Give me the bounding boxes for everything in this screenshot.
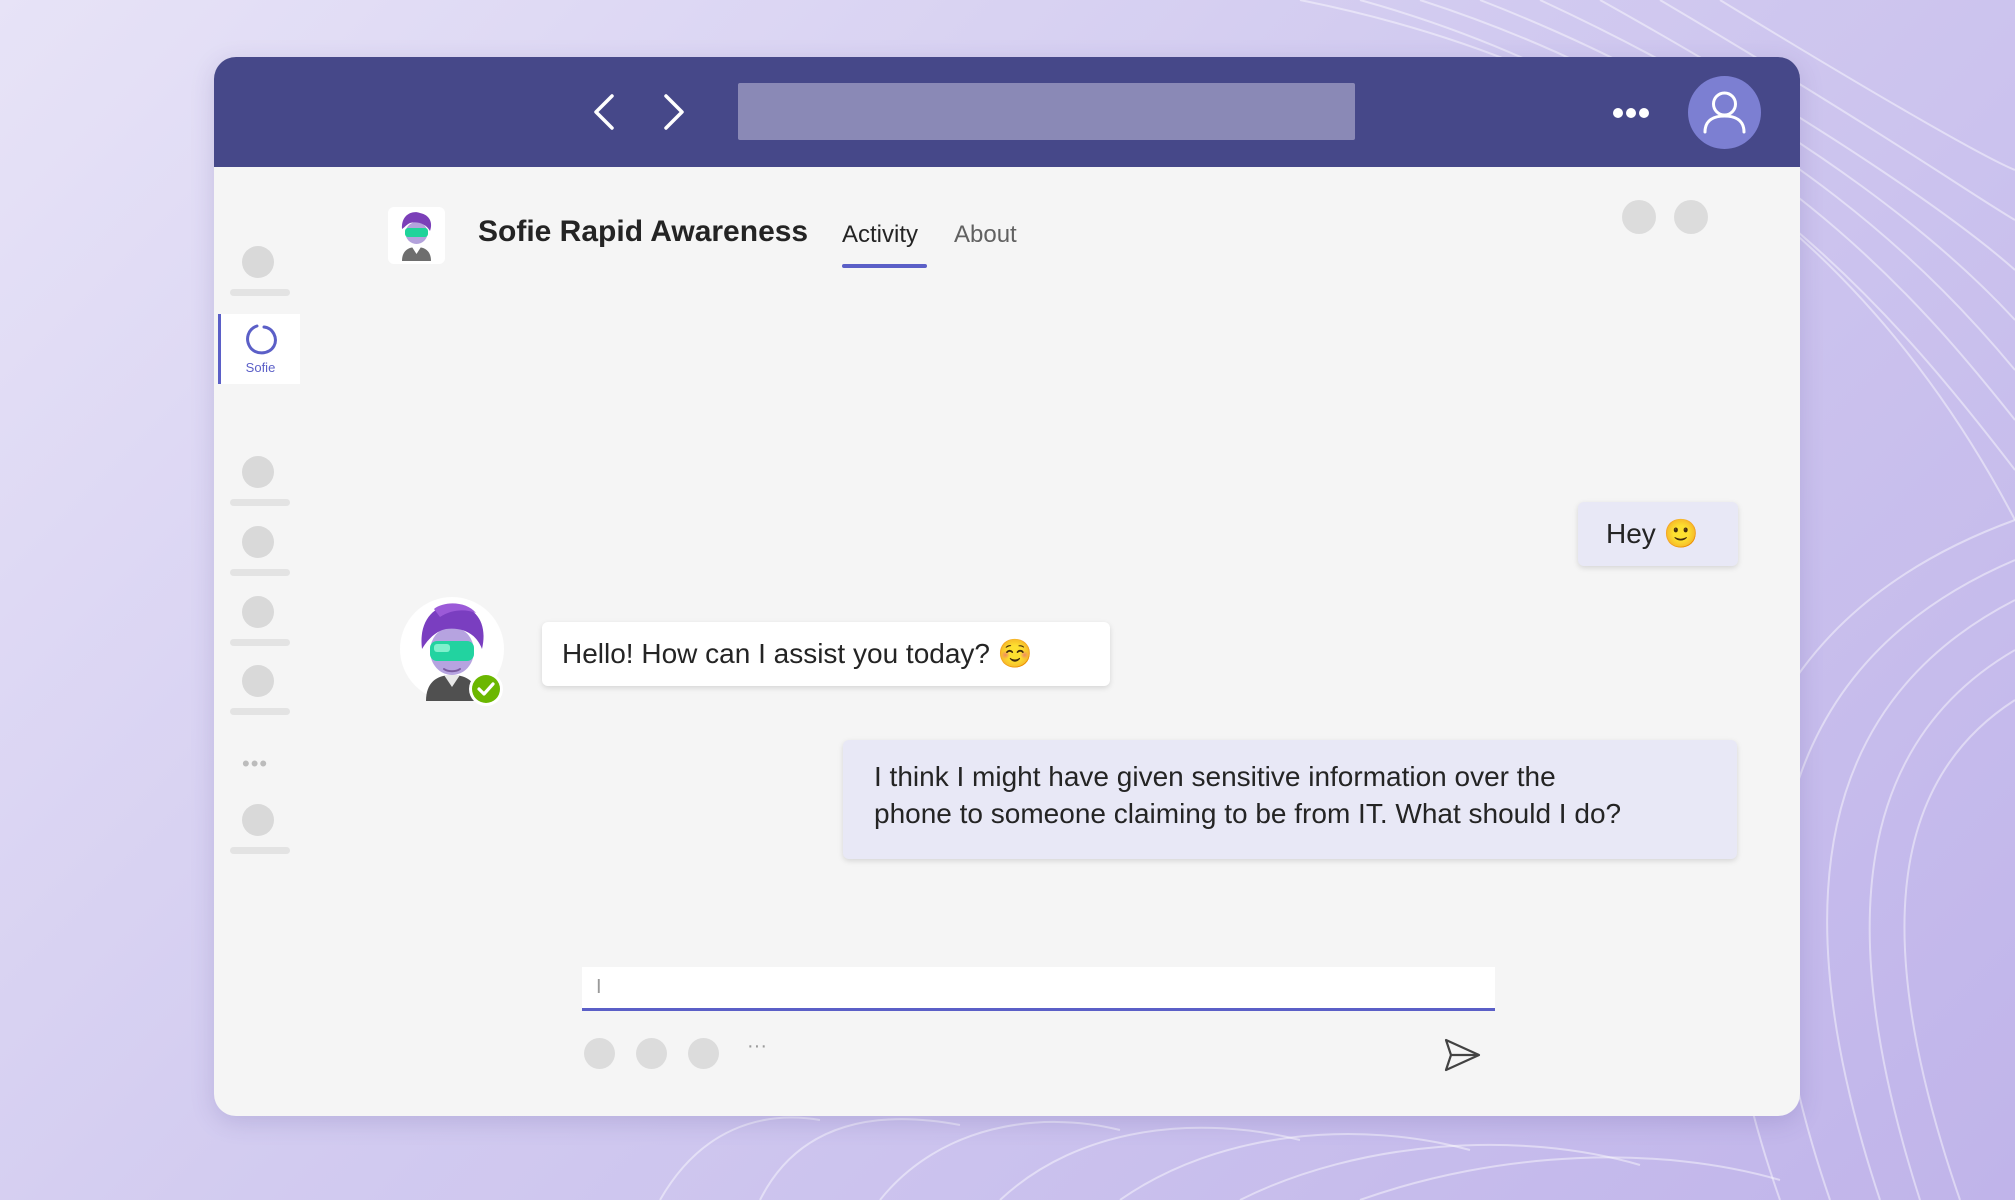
user-message: Hey 🙂	[1578, 502, 1738, 566]
header-action-2[interactable]	[1674, 200, 1708, 234]
send-icon	[1444, 1038, 1481, 1072]
attach-button[interactable]	[636, 1038, 667, 1069]
rail-dot	[242, 526, 274, 558]
rail-dot	[242, 665, 274, 697]
rail-bar	[230, 289, 290, 296]
chevron-right-icon	[664, 94, 684, 130]
rail-item-label: Sofie	[245, 360, 276, 375]
more-horizontal-icon	[1613, 108, 1649, 118]
user-message: I think I might have given sensitive inf…	[843, 740, 1737, 859]
bot-message: Hello! How can I assist you today? ☺️	[542, 622, 1110, 686]
message-line: I think I might have given sensitive inf…	[874, 761, 1556, 792]
composer-more-button[interactable]: ···	[747, 1035, 767, 1058]
app-avatar	[388, 207, 445, 264]
search-bar[interactable]	[738, 83, 1355, 140]
rail-dot	[242, 246, 274, 278]
rail-item-4[interactable]	[230, 526, 298, 586]
rail-more-icon[interactable]: •••	[242, 751, 268, 777]
rail-dot	[242, 596, 274, 628]
rail-item-7[interactable]	[230, 804, 298, 864]
bot-avatar	[400, 597, 512, 709]
tab-about[interactable]: About	[954, 221, 1017, 249]
chevron-left-icon	[594, 94, 614, 130]
rail-bar	[230, 569, 290, 576]
bot-avatar-icon	[401, 212, 432, 261]
message-input[interactable]	[582, 967, 1495, 1011]
rail-dot	[242, 804, 274, 836]
bot-avatar-icon	[400, 597, 504, 706]
back-button[interactable]	[584, 90, 628, 134]
sofie-logo-icon	[246, 324, 277, 355]
send-button[interactable]	[1442, 1035, 1482, 1075]
rail-bar	[230, 639, 290, 646]
rail-bar	[230, 499, 290, 506]
person-icon	[1703, 91, 1746, 134]
title-bar	[214, 57, 1800, 167]
rail-dot	[242, 456, 274, 488]
message-line: phone to someone claiming to be from IT.…	[874, 798, 1622, 829]
more-options-button[interactable]	[1606, 95, 1656, 131]
checkmark-badge-icon	[472, 675, 500, 703]
rail-item-5[interactable]	[230, 596, 298, 656]
forward-button[interactable]	[652, 90, 696, 134]
emoji-button[interactable]	[688, 1038, 719, 1069]
profile-button[interactable]	[1688, 76, 1761, 149]
rail-item-3[interactable]	[230, 456, 298, 516]
rail-bar	[230, 708, 290, 715]
tab-activity[interactable]: Activity	[842, 221, 918, 249]
app-window: Sofie ••• Sofie Rapid Awareness Activity…	[214, 57, 1800, 1116]
rail-bar	[230, 847, 290, 854]
app-title: Sofie Rapid Awareness	[478, 215, 809, 248]
active-tab-indicator	[842, 264, 927, 268]
rail-item-sofie[interactable]: Sofie	[218, 314, 300, 384]
format-button[interactable]	[584, 1038, 615, 1069]
app-rail: Sofie •••	[214, 167, 302, 1116]
rail-item-1[interactable]	[230, 246, 298, 306]
header-action-1[interactable]	[1622, 200, 1656, 234]
rail-item-6[interactable]	[230, 665, 298, 725]
